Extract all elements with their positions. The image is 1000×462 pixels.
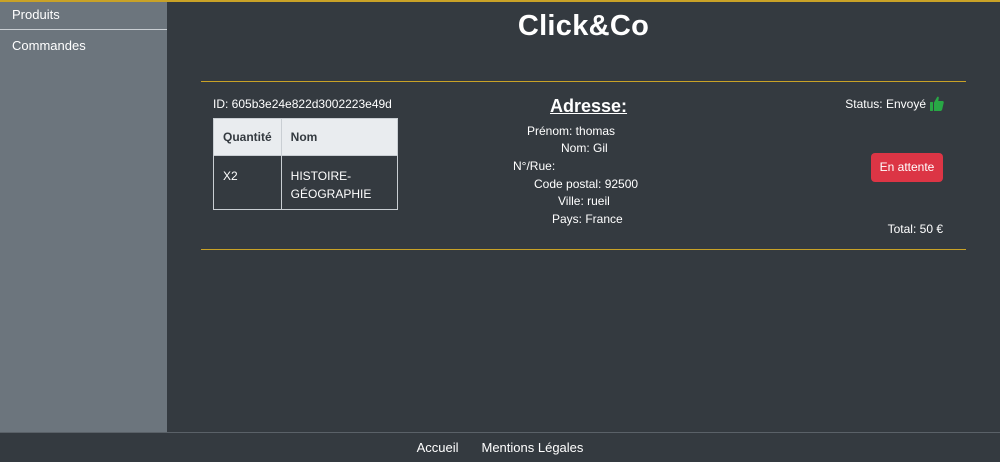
address-rue: N°/Rue: <box>513 159 556 173</box>
divider-top <box>201 81 966 82</box>
sidebar-item-commandes[interactable]: Commandes <box>0 33 167 61</box>
footer-link-mentions-legales[interactable]: Mentions Légales <box>482 440 584 455</box>
table-header-row: Quantité Nom <box>213 118 399 156</box>
en-attente-button[interactable]: En attente <box>871 153 943 182</box>
table-row: X2 HISTOIRE-GÉOGRAPHIE <box>213 155 399 210</box>
order-status: Status: Envoyé <box>845 96 944 111</box>
page-title: Click&Co <box>517 10 650 42</box>
sidebar: Produits Commandes <box>0 2 167 432</box>
address-nom: Nom: Gil <box>561 141 608 155</box>
cell-quantity: X2 <box>213 155 282 210</box>
sidebar-item-produits[interactable]: Produits <box>0 2 167 30</box>
footer-link-accueil[interactable]: Accueil <box>417 440 459 455</box>
main-content: Click&Co ID: 605b3e24e822d3002223e49d Qu… <box>167 2 1000 432</box>
address-ville: Ville: rueil <box>558 194 610 208</box>
column-header-quantite: Quantité <box>213 118 282 156</box>
cell-product-name: HISTOIRE-GÉOGRAPHIE <box>280 155 399 210</box>
address-pays: Pays: France <box>552 212 623 226</box>
status-text: Status: Envoyé <box>845 96 926 111</box>
divider-bottom <box>201 249 966 250</box>
order-items-table: Quantité Nom X2 HISTOIRE-GÉOGRAPHIE <box>213 118 399 210</box>
address-title: Adresse: <box>550 96 628 116</box>
address-prenom: Prénom: thomas <box>527 124 616 138</box>
footer: Accueil Mentions Légales <box>0 432 1000 462</box>
order-total: Total: 50 € <box>887 222 943 236</box>
thumbs-up-icon <box>930 96 944 111</box>
address-code-postal: Code postal: 92500 <box>534 177 639 191</box>
order-id: ID: 605b3e24e822d3002223e49d <box>213 97 392 111</box>
column-header-nom: Nom <box>280 118 399 156</box>
